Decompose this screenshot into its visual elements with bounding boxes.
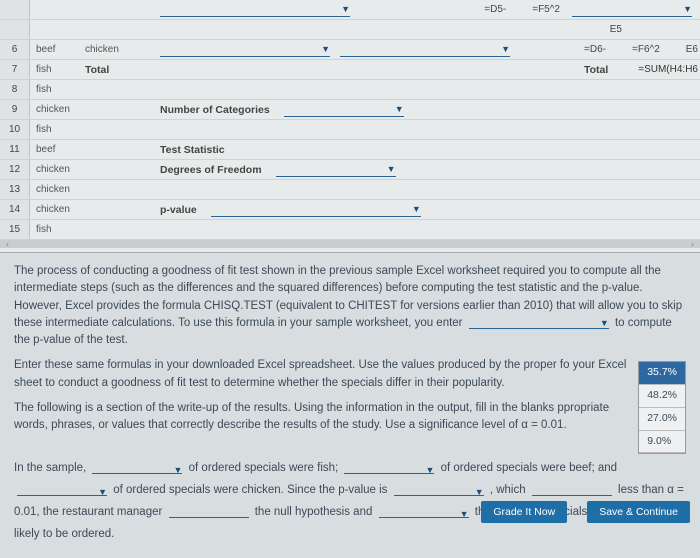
dropdown[interactable]: ▼: [284, 103, 404, 117]
table-row: 11beefTest Statistic: [0, 140, 700, 160]
formula-dropdown[interactable]: ▼: [469, 317, 609, 329]
table-row: 10fish: [0, 120, 700, 140]
table-row: 14chickenp-value▼: [0, 200, 700, 220]
table-row: 13chicken: [0, 180, 700, 200]
blank-chicken[interactable]: ▼: [17, 484, 107, 496]
save-continue-button[interactable]: Save & Continue: [587, 501, 690, 523]
grade-button[interactable]: Grade It Now: [481, 501, 567, 523]
dropdown[interactable]: ▼: [340, 43, 510, 57]
table-row: 6beefchicken▼▼=D6-=F6^2E6: [0, 40, 700, 60]
table-row: 9chickenNumber of Categories▼: [0, 100, 700, 120]
spreadsheet-area: ▼ =D5- =F5^2 ▼ E5 6beefchicken▼▼=D6-=F6^…: [0, 0, 700, 253]
blank-manager[interactable]: [169, 506, 249, 518]
row-partial-top2: E5: [0, 20, 700, 40]
blank-and[interactable]: ▼: [379, 506, 469, 518]
table-row: 7fishTotalTotal=SUM(H4:H6: [0, 60, 700, 80]
percent-options[interactable]: 35.7% 48.2% 27.0% 9.0%: [638, 361, 686, 454]
table-row: 12chickenDegrees of Freedom▼: [0, 160, 700, 180]
table-row: 8fish: [0, 80, 700, 100]
row-partial-top: ▼ =D5- =F5^2 ▼: [0, 0, 700, 20]
dropdown[interactable]: ▼: [160, 3, 350, 17]
dropdown[interactable]: ▼: [211, 203, 421, 217]
horizontal-scrollbar[interactable]: ‹ ›: [0, 240, 700, 248]
blank-fish[interactable]: ▼: [92, 462, 182, 474]
dropdown[interactable]: ▼: [276, 163, 396, 177]
blank-which[interactable]: [532, 484, 612, 496]
dropdown[interactable]: ▼: [160, 43, 330, 57]
table-row: 15fish: [0, 220, 700, 240]
blank-beef[interactable]: ▼: [344, 462, 434, 474]
blank-pvalue[interactable]: ▼: [394, 484, 484, 496]
